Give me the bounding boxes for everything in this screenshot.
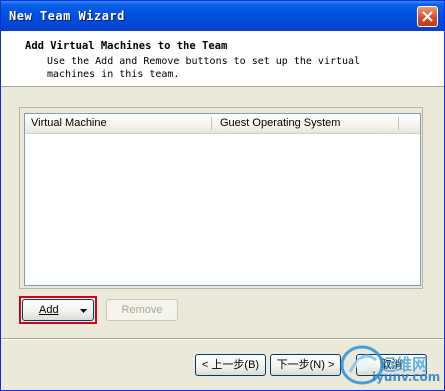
close-button[interactable] xyxy=(417,6,438,27)
column-header-guest-os[interactable]: Guest Operating System xyxy=(214,114,398,133)
remove-button[interactable]: Remove xyxy=(106,299,178,321)
dropdown-arrow-icon xyxy=(80,309,87,313)
column-header-virtual-machine[interactable]: Virtual Machine xyxy=(25,114,211,133)
column-divider[interactable] xyxy=(398,117,399,130)
list-header: Virtual Machine Guest Operating System xyxy=(25,114,420,134)
wizard-header: Add Virtual Machines to the Team Use the… xyxy=(1,31,444,87)
page-title: Add Virtual Machines to the Team xyxy=(25,40,228,52)
next-button[interactable]: 下一步(N) > xyxy=(270,354,341,376)
watermark-site: iyunv.com xyxy=(372,370,441,384)
remove-button-label: Remove xyxy=(121,304,163,316)
window-title: New Team Wizard xyxy=(9,9,125,23)
next-button-label: 下一步(N) > xyxy=(276,359,335,371)
back-button[interactable]: < 上一步(B) xyxy=(195,354,266,376)
page-description: Use the Add and Remove buttons to set up… xyxy=(47,56,361,80)
watermark-logo: 运维网 iyunv.com xyxy=(336,338,444,390)
wizard-window: New Team Wizard Add Virtual Machines to … xyxy=(0,0,445,391)
add-button[interactable]: Add xyxy=(22,299,94,321)
add-button-label: Add xyxy=(39,304,59,316)
vm-list[interactable]: Virtual Machine Guest Operating System xyxy=(24,113,421,286)
back-button-label: < 上一步(B) xyxy=(201,359,260,371)
column-divider[interactable] xyxy=(211,117,212,130)
title-bar[interactable]: New Team Wizard xyxy=(1,1,444,31)
close-icon xyxy=(422,11,433,22)
